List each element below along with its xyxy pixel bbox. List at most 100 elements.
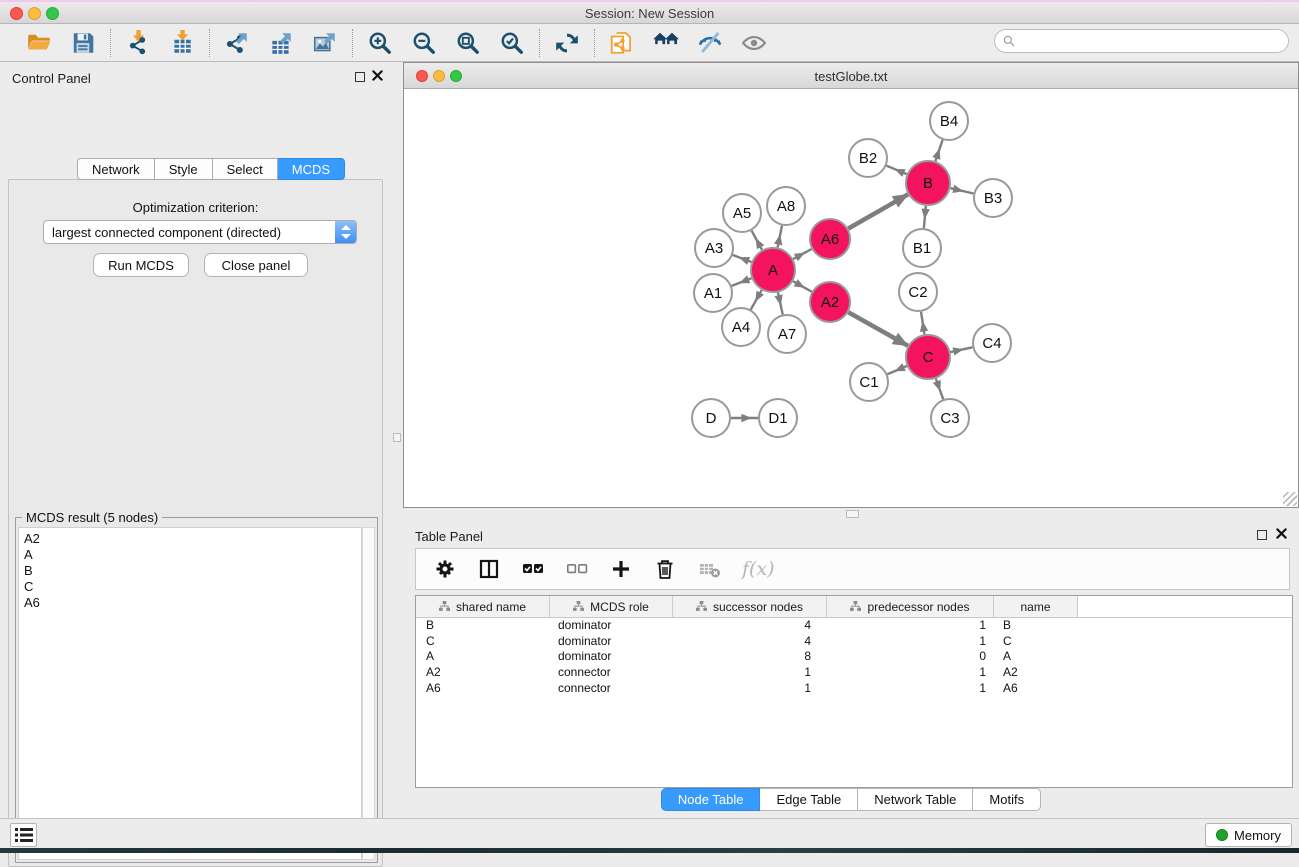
table-cell: dominator <box>550 649 673 665</box>
tab-node-table[interactable]: Node Table <box>661 788 761 811</box>
zoom-out-icon[interactable] <box>409 28 439 58</box>
checkboxes-checked-icon[interactable] <box>522 558 544 580</box>
tab-motifs[interactable]: Motifs <box>973 788 1041 811</box>
table-row[interactable]: A2connector11A2 <box>416 665 1292 681</box>
graph-node-label: B3 <box>984 190 1002 207</box>
gear-icon[interactable] <box>434 558 456 580</box>
table-cell: A2 <box>416 665 550 681</box>
close-panel-icon[interactable] <box>372 70 383 81</box>
tab-edge-table[interactable]: Edge Table <box>760 788 858 811</box>
checkboxes-unchecked-icon[interactable] <box>566 558 588 580</box>
vertical-splitter[interactable] <box>391 62 403 818</box>
trash-icon[interactable] <box>654 558 676 580</box>
memory-button[interactable]: Memory <box>1205 823 1292 847</box>
table-cell: C <box>416 634 550 650</box>
table-cell: 1 <box>673 681 827 697</box>
control-panel-titlebar: Control Panel <box>0 62 391 92</box>
table-cell: A <box>994 649 1078 665</box>
column-type-icon <box>439 601 450 612</box>
column-header-label: shared name <box>456 600 526 614</box>
hide-eye-icon[interactable] <box>695 28 725 58</box>
result-scrollbar[interactable] <box>362 527 375 860</box>
control-panel: Control Panel NetworkStyleSelectMCDS Opt… <box>0 62 391 818</box>
import-table-icon[interactable] <box>167 28 197 58</box>
import-network-icon[interactable] <box>123 28 153 58</box>
edge-arrowhead-icon <box>755 291 764 302</box>
tab-style[interactable]: Style <box>155 158 213 180</box>
column-header-shared-name[interactable]: shared name <box>416 596 550 617</box>
network-canvas[interactable]: B4B2BB3A8A5A6A3B1AA1C2A2A4A7C4CC1C3DD1 <box>404 89 1298 507</box>
memory-label: Memory <box>1234 828 1281 843</box>
column-header-successor-nodes[interactable]: successor nodes <box>673 596 827 617</box>
table-cell: 1 <box>827 634 994 650</box>
table-cell: 4 <box>673 618 827 634</box>
table-cell: B <box>994 618 1078 634</box>
zoom-selected-icon[interactable] <box>497 28 527 58</box>
graph-node-label: D <box>706 410 717 427</box>
dropdown-stepper-icon <box>335 221 356 243</box>
task-history-button[interactable] <box>10 823 37 847</box>
tab-mcds[interactable]: MCDS <box>278 158 345 180</box>
table-cell: 1 <box>827 665 994 681</box>
mcds-result-item[interactable]: C <box>24 579 361 595</box>
run-mcds-button[interactable]: Run MCDS <box>93 253 189 277</box>
new-network-from-selection-icon[interactable] <box>607 28 637 58</box>
search-box[interactable] <box>994 29 1289 53</box>
edge-arrowhead-icon <box>933 380 941 391</box>
search-input[interactable] <box>1016 31 1288 51</box>
table-row[interactable]: Adominator80A <box>416 649 1292 665</box>
table-cell: 4 <box>673 634 827 650</box>
graph-node-label: A <box>768 262 778 279</box>
close-panel-icon[interactable] <box>1276 528 1287 539</box>
mcds-result-item[interactable]: A <box>24 547 361 563</box>
zoom-in-icon[interactable] <box>365 28 395 58</box>
open-folder-icon[interactable] <box>24 28 54 58</box>
resize-grip-icon[interactable] <box>1283 492 1297 506</box>
float-panel-icon[interactable] <box>355 72 365 82</box>
mcds-result-item[interactable]: A6 <box>24 595 361 611</box>
column-header-name[interactable]: name <box>994 596 1078 617</box>
mcds-result-list[interactable]: A2ABCA6 <box>18 527 362 860</box>
refresh-icon[interactable] <box>552 28 582 58</box>
export-table-icon[interactable] <box>266 28 296 58</box>
table-cell: connector <box>550 665 673 681</box>
table-panel: Table Panel f(x) shared nameMCDS rolesuc… <box>403 520 1299 818</box>
optimization-criterion-dropdown[interactable]: largest connected component (directed) <box>43 220 357 244</box>
tab-network[interactable]: Network <box>77 158 155 180</box>
home-icon[interactable] <box>651 28 681 58</box>
column-header-predecessor-nodes[interactable]: predecessor nodes <box>827 596 994 617</box>
network-window-titlebar: testGlobe.txt <box>404 63 1298 89</box>
export-network-icon[interactable] <box>222 28 252 58</box>
graph-node-label: C2 <box>908 284 927 301</box>
graph-node-label: A1 <box>704 285 722 302</box>
main-titlebar: Session: New Session <box>0 0 1299 24</box>
save-icon[interactable] <box>68 28 98 58</box>
export-image-icon[interactable] <box>310 28 340 58</box>
table-row[interactable]: Cdominator41C <box>416 634 1292 650</box>
mcds-result-item[interactable]: B <box>24 563 361 579</box>
table-row[interactable]: A6connector11A6 <box>416 681 1292 697</box>
edge-arrowhead-icon <box>794 253 805 262</box>
edge-arrowhead-icon <box>794 279 805 288</box>
main-toolbar <box>0 24 1299 62</box>
show-eye-icon[interactable] <box>739 28 769 58</box>
tab-network-table[interactable]: Network Table <box>858 788 973 811</box>
plus-icon[interactable] <box>610 558 632 580</box>
column-header-label: successor nodes <box>713 600 803 614</box>
split-panel-icon[interactable] <box>478 558 500 580</box>
splitter-grip-icon[interactable] <box>393 433 401 442</box>
close-panel-button[interactable]: Close panel <box>204 253 308 277</box>
column-header-MCDS-role[interactable]: MCDS role <box>550 596 673 617</box>
network-graph[interactable]: B4B2BB3A8A5A6A3B1AA1C2A2A4A7C4CC1C3DD1 <box>404 89 1298 507</box>
float-panel-icon[interactable] <box>1257 530 1267 540</box>
tab-select[interactable]: Select <box>213 158 278 180</box>
column-header-label: MCDS role <box>590 600 649 614</box>
mcds-tab-content: Optimization criterion: largest connecte… <box>8 179 383 867</box>
zoom-fit-icon[interactable] <box>453 28 483 58</box>
horizontal-splitter[interactable] <box>403 508 1299 520</box>
table-row[interactable]: Bdominator41B <box>416 618 1292 634</box>
mcds-result-item[interactable]: A2 <box>24 531 361 547</box>
splitter-grip-icon[interactable] <box>846 510 859 518</box>
table-cell: A6 <box>994 681 1078 697</box>
table-panel-titlebar: Table Panel <box>403 520 1299 550</box>
